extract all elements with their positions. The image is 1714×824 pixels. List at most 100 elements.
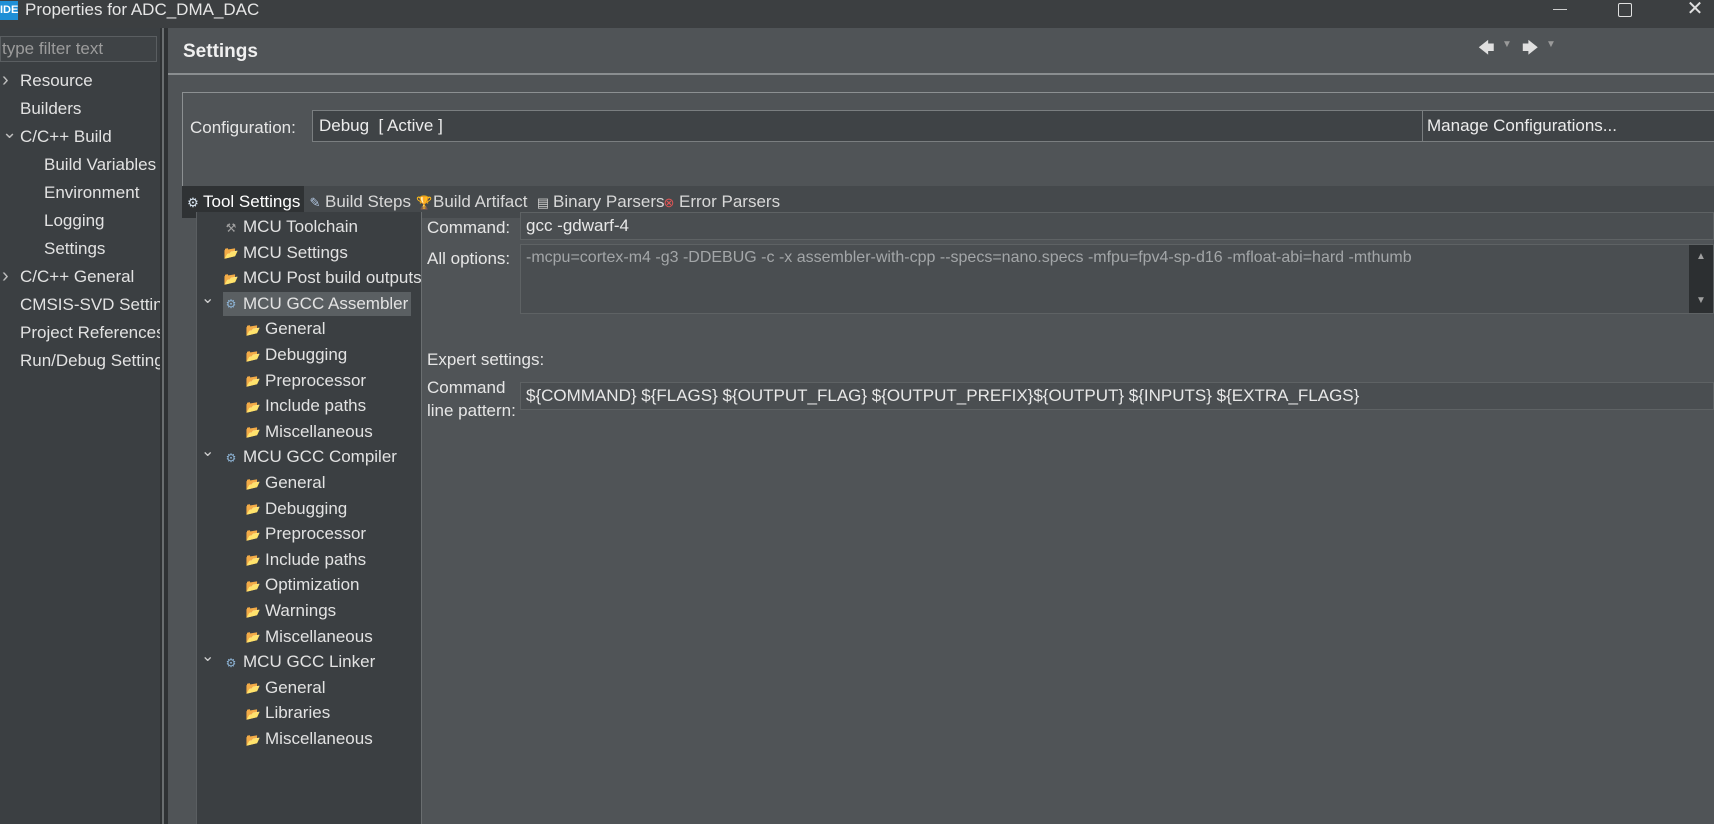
tab-label: Build Steps bbox=[325, 192, 411, 211]
nav-item-resource[interactable]: › Resource bbox=[0, 68, 160, 94]
nav-item-label: Build Variables bbox=[44, 155, 157, 174]
chevron-down-icon[interactable]: ⌄ bbox=[2, 119, 17, 145]
nav-item-project-references[interactable]: Project References bbox=[0, 320, 160, 346]
tree-item-optimization[interactable]: 📂 Optimization bbox=[245, 573, 360, 597]
tree-item-label: Preprocessor bbox=[265, 370, 367, 390]
nav-item-cmsis-svd-settings[interactable]: CMSIS-SVD Settings bbox=[0, 292, 160, 318]
folder-icon: 📂 bbox=[245, 348, 261, 363]
gear-icon: ⚙ bbox=[225, 655, 237, 670]
tree-item-mcu-gcc-assembler[interactable]: ⌄ ⚙ MCU GCC Assembler bbox=[201, 290, 412, 316]
nav-item-settings[interactable]: Settings bbox=[0, 236, 160, 262]
folder-icon: 📂 bbox=[245, 399, 261, 414]
tree-item-libraries[interactable]: 📂 Libraries bbox=[245, 701, 331, 725]
tree-item-mcu-post-build-outputs[interactable]: 📂 MCU Post build outputs bbox=[223, 266, 422, 290]
tree-item-label: MCU GCC Assembler bbox=[243, 293, 409, 313]
tab-label: Tool Settings bbox=[203, 192, 301, 211]
nav-item-build-variables[interactable]: Build Variables bbox=[0, 152, 160, 178]
configuration-label: Configuration: bbox=[190, 118, 296, 137]
tree-item-label: Include paths bbox=[265, 549, 367, 569]
tree-item-general[interactable]: 📂 General bbox=[245, 317, 326, 341]
tree-item-label: Preprocessor bbox=[265, 524, 367, 544]
tree-item-include-paths[interactable]: 📂 Include paths bbox=[245, 394, 367, 418]
scroll-down-icon[interactable]: ▼ bbox=[1696, 295, 1706, 306]
chevron-right-icon[interactable]: › bbox=[2, 67, 14, 93]
tree-item-mcu-settings[interactable]: 📂 MCU Settings bbox=[223, 241, 348, 265]
command-field[interactable]: gcc -gdwarf-4 bbox=[520, 212, 1714, 240]
settings-page: Settings 🡄 ▼ 🡆 ▼ Configuration: Debug [ … bbox=[168, 28, 1714, 824]
gear-icon: ⚙ bbox=[225, 450, 237, 465]
property-nav: › Resource Builders ⌄C/C++ Build Build Varia… bbox=[0, 28, 160, 824]
tree-item-include-paths[interactable]: 📂 Include paths bbox=[245, 548, 367, 572]
nav-item-run-debug-settings[interactable]: Run/Debug Settings bbox=[0, 348, 160, 374]
chevron-right-icon[interactable]: › bbox=[2, 263, 14, 289]
forward-dropdown-icon[interactable]: ▼ bbox=[1546, 39, 1556, 50]
tree-item-mcu-gcc-linker[interactable]: ⌄ ⚙ MCU GCC Linker bbox=[201, 648, 375, 674]
tree-item-label: General bbox=[265, 319, 326, 339]
tree-item-label: MCU GCC Compiler bbox=[243, 447, 397, 467]
nav-item-c-c-build[interactable]: ⌄ C/C++ Build bbox=[0, 122, 160, 150]
chevron-down-icon[interactable]: ⌄ bbox=[201, 440, 214, 464]
manage-configurations-button[interactable]: Manage Configurations... bbox=[1422, 110, 1714, 142]
tree-item-mcu-toolchain[interactable]: ⚒ MCU Toolchain bbox=[223, 215, 358, 239]
folder-icon: 📂 bbox=[245, 374, 261, 389]
tree-item-miscellaneous[interactable]: 📂 Miscellaneous bbox=[245, 420, 373, 444]
tab-label: Build Artifact bbox=[433, 192, 528, 211]
close-icon[interactable]: ✕ bbox=[1680, 0, 1710, 20]
back-arrow-icon[interactable]: 🡄 bbox=[1478, 37, 1495, 64]
folder-icon: 📂 bbox=[245, 681, 261, 696]
folder-icon: 📂 bbox=[223, 271, 239, 286]
forward-arrow-icon[interactable]: 🡆 bbox=[1522, 37, 1539, 64]
tree-item-debugging[interactable]: 📂 Debugging bbox=[245, 343, 348, 367]
minimize-icon[interactable] bbox=[1545, 0, 1575, 20]
back-dropdown-icon[interactable]: ▼ bbox=[1502, 39, 1512, 50]
all-options-field[interactable]: -mcpu=cortex-m4 -g3 -DDEBUG -c -x assemb… bbox=[520, 244, 1714, 314]
pattern-label-line1: Command bbox=[427, 378, 506, 397]
filter-input[interactable] bbox=[0, 36, 157, 62]
nav-item-logging[interactable]: Logging bbox=[0, 208, 160, 234]
folder-icon: 📂 bbox=[245, 527, 261, 542]
tree-item-label: Debugging bbox=[265, 498, 348, 518]
pane-splitter[interactable] bbox=[160, 28, 168, 824]
tree-item-preprocessor[interactable]: 📂 Preprocessor bbox=[245, 522, 367, 546]
folder-icon: 📂 bbox=[245, 732, 261, 747]
options-scrollbar[interactable]: ▲ ▼ bbox=[1689, 245, 1713, 313]
gear-icon: ⚙ bbox=[225, 297, 237, 312]
folder-icon: 📂 bbox=[245, 502, 261, 517]
nav-item-label: Resource bbox=[20, 71, 93, 90]
tab-build-artifact[interactable]: 🏆Build Artifact bbox=[412, 186, 532, 218]
folder-icon: 📂 bbox=[245, 604, 261, 619]
tree-item-debugging[interactable]: 📂 Debugging bbox=[245, 497, 348, 521]
nav-item-label: Run/Debug Settings bbox=[20, 351, 160, 370]
tree-item-warnings[interactable]: 📂 Warnings bbox=[245, 599, 337, 623]
maximize-icon[interactable] bbox=[1610, 0, 1640, 20]
all-options-value: -mcpu=cortex-m4 -g3 -DDEBUG -c -x assemb… bbox=[526, 249, 1412, 266]
title-divider bbox=[168, 73, 1714, 75]
chevron-down-icon[interactable]: ⌄ bbox=[201, 287, 214, 311]
nav-item-builders[interactable]: Builders bbox=[0, 96, 160, 122]
tree-item-label: Debugging bbox=[265, 345, 348, 364]
nav-item-environment[interactable]: Environment bbox=[0, 180, 160, 206]
nav-item-label: Settings bbox=[44, 239, 106, 258]
wrench-icon: ⚒ bbox=[225, 220, 237, 235]
tree-item-label: MCU Post build outputs bbox=[243, 268, 422, 288]
configuration-value: Debug [ Active ] bbox=[319, 116, 443, 135]
chevron-down-icon[interactable]: ⌄ bbox=[201, 645, 214, 669]
tree-item-general[interactable]: 📂 General bbox=[245, 676, 326, 700]
folder-icon: 📂 bbox=[245, 553, 261, 568]
scroll-up-icon[interactable]: ▲ bbox=[1696, 251, 1706, 262]
tree-item-preprocessor[interactable]: 📂 Preprocessor bbox=[245, 369, 367, 393]
tree-item-mcu-gcc-compiler[interactable]: ⌄ ⚙ MCU GCC Compiler bbox=[201, 443, 397, 469]
tree-item-label: Optimization bbox=[265, 575, 360, 595]
folder-icon: 📂 bbox=[245, 476, 261, 491]
tab-label: Error Parsers bbox=[679, 192, 781, 211]
command-line-pattern-field[interactable]: ${COMMAND} ${FLAGS} ${OUTPUT_FLAG} ${OUT… bbox=[520, 382, 1714, 410]
tree-item-label: Miscellaneous bbox=[265, 626, 373, 646]
configuration-select[interactable]: Debug [ Active ] ⌵ bbox=[312, 110, 1562, 142]
tree-item-miscellaneous[interactable]: 📂 Miscellaneous bbox=[245, 625, 373, 649]
nav-item-c-c-general[interactable]: › C/C++ General bbox=[0, 264, 160, 290]
tree-item-miscellaneous[interactable]: 📂 Miscellaneous bbox=[245, 727, 373, 751]
tool-settings-tree: ⚒ MCU Toolchain 📂 MCU Settings 📂 MCU Post bui… bbox=[196, 212, 422, 824]
nav-item-label: Builders bbox=[20, 99, 82, 118]
tree-item-general[interactable]: 📂 General bbox=[245, 471, 326, 495]
folder-icon: 📂 bbox=[245, 578, 261, 593]
